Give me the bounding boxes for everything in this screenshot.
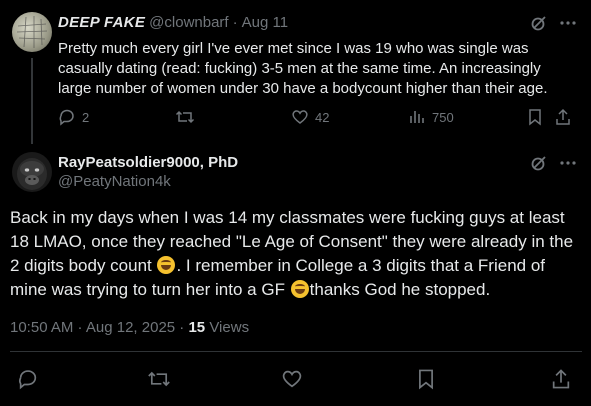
retweet-button[interactable] bbox=[175, 108, 195, 126]
tweet1-display-name[interactable]: DEEP FAKE bbox=[58, 14, 145, 31]
heart-icon bbox=[292, 110, 308, 124]
bookmark-button[interactable] bbox=[415, 368, 437, 390]
grok-icon[interactable] bbox=[530, 154, 548, 177]
tweet1-header: DEEP FAKE @clownbarf · Aug 11 bbox=[58, 14, 528, 31]
share-icon bbox=[556, 108, 570, 125]
reply-button[interactable] bbox=[17, 368, 39, 390]
views-button[interactable]: 750 bbox=[408, 108, 454, 126]
tweet1-separator: · bbox=[232, 14, 238, 31]
rofl-emoji-icon bbox=[290, 280, 309, 298]
bookmark-button[interactable] bbox=[526, 108, 544, 126]
heart-icon bbox=[282, 370, 302, 388]
avatar-raypeatsoldier[interactable] bbox=[12, 152, 52, 192]
like-button[interactable]: 42 bbox=[291, 108, 329, 126]
tweet1-date[interactable]: Aug 11 bbox=[242, 14, 288, 31]
like-button[interactable] bbox=[281, 368, 303, 390]
reply-count: 2 bbox=[82, 109, 90, 125]
tweet2-meta: 10:50 AM · Aug 12, 2025 · 15 Views bbox=[10, 319, 249, 336]
tweet2-text-part3: thanks God he stopped. bbox=[309, 280, 491, 299]
reply-button[interactable]: 2 bbox=[58, 108, 89, 126]
grok-icon[interactable] bbox=[530, 14, 548, 37]
tweet1-handle[interactable]: @clownbarf bbox=[149, 14, 228, 31]
reply-icon bbox=[59, 109, 74, 126]
share-button[interactable] bbox=[554, 108, 572, 126]
avatar-deep-fake[interactable] bbox=[12, 12, 52, 52]
bookmark-icon bbox=[419, 369, 433, 390]
tweet2-text: Back in my days when I was 14 my classma… bbox=[10, 206, 582, 302]
tweet2-actions bbox=[0, 368, 591, 390]
views-count: 750 bbox=[432, 109, 454, 125]
divider bbox=[10, 351, 582, 352]
tweet2-views-label: Views bbox=[209, 319, 250, 336]
like-count: 42 bbox=[315, 109, 330, 125]
share-icon bbox=[552, 369, 570, 389]
tweet1-actions: 2 42 750 bbox=[58, 108, 578, 130]
more-options-icon[interactable] bbox=[558, 14, 578, 37]
tweet2-header: RayPeatsoldier9000, PhD @PeatyNation4k bbox=[58, 154, 238, 190]
more-options-icon[interactable] bbox=[558, 154, 578, 177]
rofl-emoji-icon bbox=[157, 256, 176, 274]
retweet-icon bbox=[175, 110, 195, 124]
tweet2-views-count: 15 bbox=[188, 319, 206, 336]
views-icon bbox=[410, 111, 424, 123]
tweet2-handle[interactable]: @PeatyNation4k bbox=[58, 173, 238, 190]
tweet2-timestamp[interactable]: 10:50 AM · Aug 12, 2025 · bbox=[10, 319, 184, 336]
bookmark-icon bbox=[529, 109, 541, 126]
tweet1-text: Pretty much every girl I've ever met sin… bbox=[58, 40, 548, 97]
retweet-icon bbox=[148, 371, 170, 387]
thread-connector-line bbox=[31, 58, 33, 144]
tweet2-display-name[interactable]: RayPeatsoldier9000, PhD bbox=[58, 154, 238, 171]
reply-icon bbox=[19, 370, 37, 390]
share-button[interactable] bbox=[550, 368, 572, 390]
retweet-button[interactable] bbox=[147, 368, 171, 390]
